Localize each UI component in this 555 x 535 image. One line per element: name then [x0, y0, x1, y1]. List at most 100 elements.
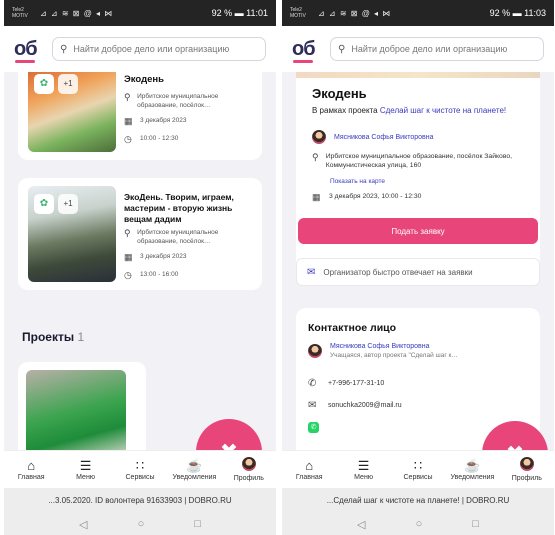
tab-label: Главная: [295, 474, 323, 481]
tab-label: Сервисы: [403, 474, 433, 481]
location-pin-icon: ⚲: [124, 92, 131, 102]
leaf-icon: ✿: [34, 74, 54, 94]
back-icon[interactable]: ◁: [357, 518, 365, 531]
event-title: Экодень: [124, 74, 164, 85]
event-place: ⚲ Ирбитское муниципальное образование, п…: [124, 228, 256, 246]
url-text: ...Сделай шаг к чистоте на планете! | DO…: [326, 496, 510, 505]
battery-time: 92 % ▬ 11:03: [489, 8, 546, 18]
tab-label: Уведомления: [450, 474, 495, 481]
avatar: [308, 344, 322, 358]
search-input[interactable]: ⚲ Найти доброе дело или организацию: [52, 37, 266, 61]
email-text: sonuchka2009@mail.ru: [328, 402, 402, 409]
show-on-map-link[interactable]: Показать на карте: [330, 178, 385, 185]
event-title: Экодень: [312, 86, 367, 101]
event-time: ◷ 13:00 - 16:00: [124, 270, 256, 280]
carrier-label: Tele2 MOTIV: [12, 7, 28, 19]
tab-services[interactable]: ∷ Сервисы: [113, 451, 167, 488]
projects-label: Проекты: [22, 330, 75, 344]
event-detail-card: Экодень В рамках проекта Сделай шаг к чи…: [296, 72, 540, 277]
avatar: [519, 457, 534, 475]
contact-name: Мясникова Софья Викторовна: [330, 343, 430, 350]
tab-profile[interactable]: Профиль: [222, 451, 276, 488]
datetime-row: ▦ 3 декабря 2023, 10:00 - 12:30: [312, 192, 532, 202]
tab-home[interactable]: ⌂ Главная: [282, 451, 336, 488]
recents-icon[interactable]: □: [194, 518, 201, 530]
contact-person-row[interactable]: Мясникова Софья Викторовна Учащаяся, авт…: [308, 342, 532, 360]
dobro-logo[interactable]: об: [14, 38, 52, 63]
system-nav-bar: ◁ ○ □: [4, 513, 276, 535]
event-date: ▦ 3 декабря 2023: [124, 116, 256, 126]
calendar-icon: ▦: [312, 192, 321, 202]
contact-role: Учащаяся, автор проекта "Сделай шаг к…: [330, 352, 458, 359]
organizer-name: Мясникова Софья Викторовна: [334, 133, 434, 141]
back-icon[interactable]: ◁: [79, 518, 87, 531]
tab-menu[interactable]: ☰ Меню: [58, 451, 112, 488]
app-header: об ⚲ Найти доброе дело или организацию: [282, 26, 554, 72]
project-line: В рамках проекта Сделай шаг к чистоте на…: [312, 106, 532, 115]
search-placeholder: Найти доброе дело или организацию: [73, 44, 230, 54]
fast-reply-badge: ✉ Организатор быстро отвечает на заявки: [296, 258, 540, 286]
menu-icon: ☰: [357, 458, 370, 473]
tab-menu[interactable]: ☰ Меню: [336, 451, 390, 488]
fast-reply-text: Организатор быстро отвечает на заявки: [323, 267, 473, 277]
bottom-tab-bar: ⌂ Главная ☰ Меню ∷ Сервисы ☕ Уведомления Про…: [282, 450, 554, 488]
home-circle-icon[interactable]: ○: [416, 518, 423, 530]
browser-url-bar[interactable]: ...3.05.2020. ID волонтера 91633903 | DO…: [4, 488, 276, 513]
recents-icon[interactable]: □: [472, 518, 479, 530]
dobro-logo[interactable]: об: [292, 38, 330, 63]
tab-label: Уведомления: [172, 474, 217, 481]
project-card[interactable]: [18, 362, 146, 460]
tab-label: Меню: [354, 474, 374, 481]
event-date: ▦ 3 декабря 2023: [124, 252, 256, 262]
datetime-text: 3 декабря 2023, 10:00 - 12:30: [329, 193, 422, 200]
tab-label: Профиль: [233, 475, 264, 482]
search-icon: ⚲: [60, 43, 68, 55]
tab-profile[interactable]: Профиль: [500, 451, 554, 488]
address-row: ⚲ Ирбитское муниципальное образование, п…: [312, 152, 532, 170]
clock-icon: ◷: [124, 270, 132, 280]
avatar: [241, 457, 256, 475]
event-place-text: Ирбитское муниципальное образование, пос…: [137, 229, 219, 245]
envelope-icon: ✉: [308, 400, 317, 411]
phone-row[interactable]: ✆ +7-996-177-31-10: [308, 378, 532, 389]
event-detail-page: Экодень В рамках проекта Сделай шаг к чи…: [282, 72, 554, 460]
signal-icons: ⊿ ⊿ ≋ ⊠ @ ◂ ⋈: [40, 8, 114, 18]
url-text: ...3.05.2020. ID волонтера 91633903 | DO…: [48, 496, 232, 505]
home-circle-icon[interactable]: ○: [138, 518, 145, 530]
tab-services[interactable]: ∷ Сервисы: [391, 451, 445, 488]
apply-button[interactable]: Подать заявку: [298, 218, 538, 244]
tab-label: Сервисы: [125, 474, 155, 481]
organizer-row[interactable]: Мясникова Софья Викторовна: [312, 130, 532, 144]
event-place: ⚲ Ирбитское муниципальное образование, п…: [124, 92, 256, 110]
bell-icon: ☕: [464, 458, 481, 473]
search-input[interactable]: ⚲ Найти доброе дело или организацию: [330, 37, 544, 61]
feed: ✿ +1 Экодень ⚲ Ирбитское муниципальное о…: [4, 72, 276, 460]
cover-image-edge: [296, 72, 540, 78]
grid-icon: ∷: [413, 458, 423, 473]
tab-notifications[interactable]: ☕ Уведомления: [445, 451, 499, 488]
left-phone-screen: Tele2 MOTIV ⊿ ⊿ ≋ ⊠ @ ◂ ⋈ 92 % ▬ 11:01 о…: [4, 0, 276, 535]
tab-label: Меню: [76, 474, 96, 481]
event-photo: ✿ +1: [28, 72, 116, 152]
projects-heading: Проекты 1: [22, 330, 84, 344]
tab-notifications[interactable]: ☕ Уведомления: [167, 451, 221, 488]
event-card[interactable]: ✿ +1 ЭкоДень. Творим, играем, мастерим -…: [18, 178, 262, 290]
status-bar: Tele2 MOTIV ⊿ ⊿ ≋ ⊠ @ ◂ ⋈ 92 % ▬ 11:01: [4, 0, 276, 26]
tab-home[interactable]: ⌂ Главная: [4, 451, 58, 488]
status-bar: Tele2 MOTIV ⊿ ⊿ ≋ ⊠ @ ◂ ⋈ 92 % ▬ 11:03: [282, 0, 554, 26]
location-pin-icon: ⚲: [124, 228, 131, 238]
email-row[interactable]: ✉ sonuchka2009@mail.ru: [308, 400, 532, 411]
event-card[interactable]: ✿ +1 Экодень ⚲ Ирбитское муниципальное о…: [18, 72, 262, 160]
project-prefix: В рамках проекта: [312, 106, 380, 115]
app-header: об ⚲ Найти доброе дело или организацию: [4, 26, 276, 72]
whatsapp-icon: ✆: [308, 422, 319, 433]
calendar-icon: ▦: [124, 116, 133, 126]
project-link[interactable]: Сделай шаг к чистоте на планете!: [380, 106, 506, 115]
clock-icon: ◷: [124, 134, 132, 144]
contact-title: Контактное лицо: [308, 322, 397, 334]
bottom-tab-bar: ⌂ Главная ☰ Меню ∷ Сервисы ☕ Уведомления Про…: [4, 450, 276, 488]
plus-badge: +1: [58, 194, 78, 214]
browser-url-bar[interactable]: ...Сделай шаг к чистоте на планете! | DO…: [282, 488, 554, 513]
grid-icon: ∷: [135, 458, 145, 473]
leaf-icon: ✿: [34, 194, 54, 214]
